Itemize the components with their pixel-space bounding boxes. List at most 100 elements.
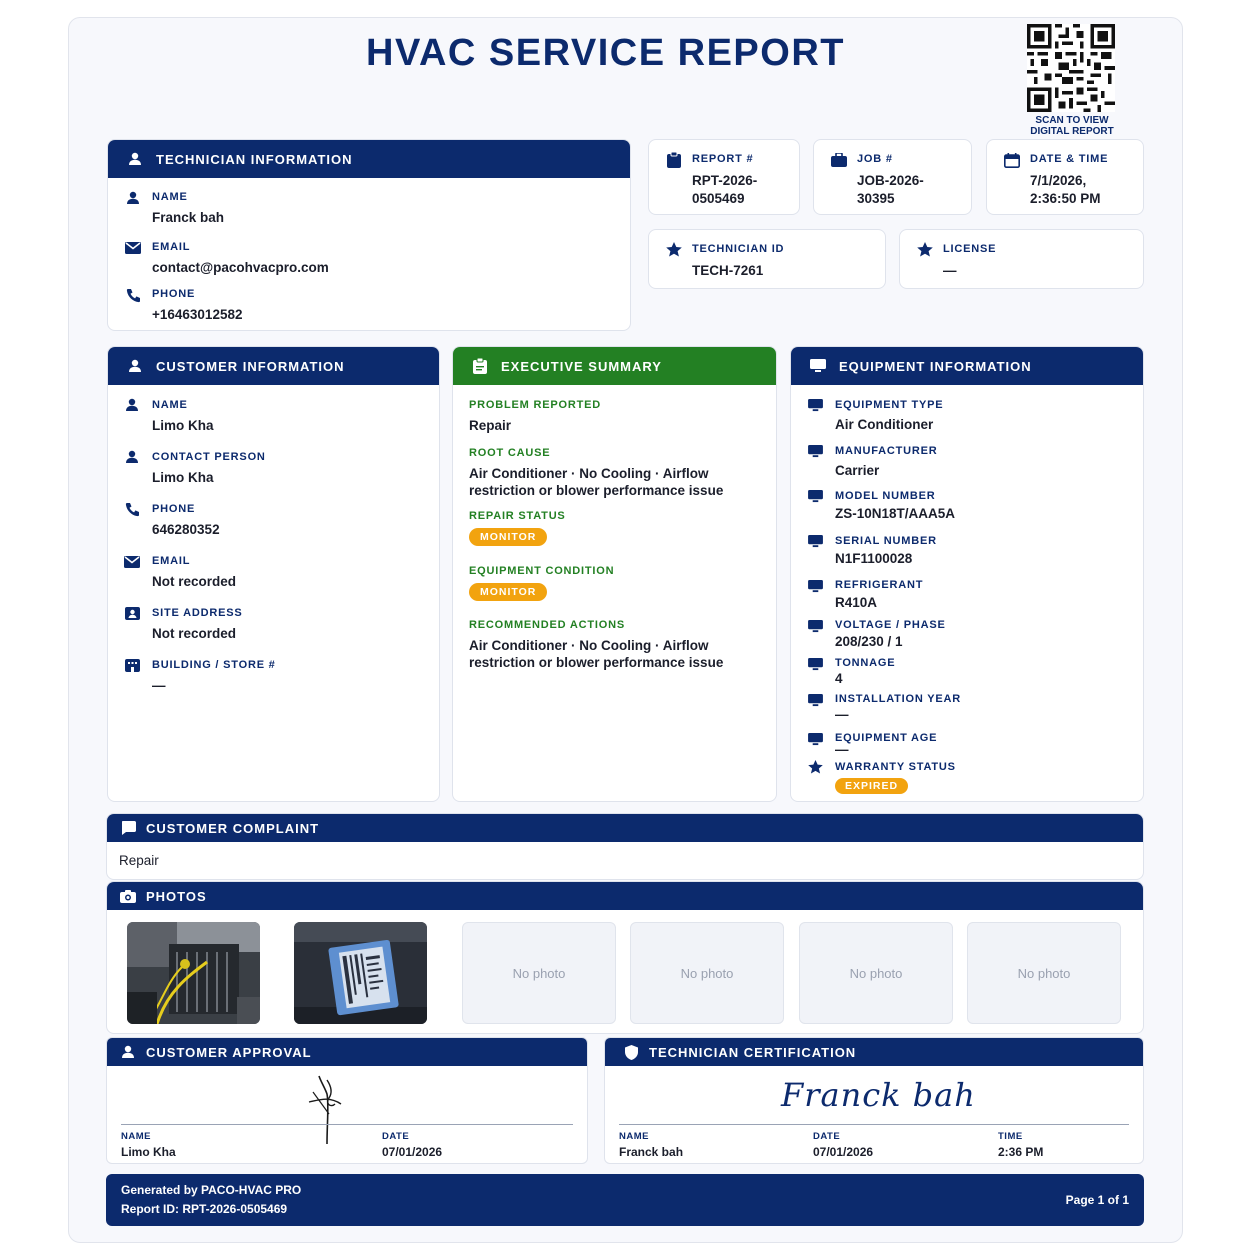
technician-header-label: TECHNICIAN INFORMATION xyxy=(156,151,353,167)
certification-header-label: TECHNICIAN CERTIFICATION xyxy=(649,1044,857,1060)
approval-name-field: NAME Limo Kha xyxy=(121,1131,176,1159)
customer-contact-value: Limo Kha xyxy=(152,470,214,485)
tonnage-value: 4 xyxy=(835,671,843,686)
equipment-type-field: EQUIPMENT TYPE Air Conditioner xyxy=(835,399,943,433)
refrigerant-label: REFRIGERANT xyxy=(835,579,924,591)
photos-section: PHOTOS No photo No photo No photo No pho… xyxy=(106,881,1144,1034)
installation-year-field: INSTALLATION YEAR — xyxy=(835,693,961,723)
customer-building-value: — xyxy=(152,678,166,693)
job-number-label: JOB # xyxy=(857,153,893,165)
manufacturer-value: Carrier xyxy=(835,463,880,478)
repair-status-label: REPAIR STATUS xyxy=(469,510,566,522)
recommended-actions-label: RECOMMENDED ACTIONS xyxy=(469,619,625,631)
customer-phone-value[interactable]: 646280352 xyxy=(152,521,220,538)
certification-name-value: Franck bah xyxy=(619,1145,684,1159)
customer-contact-label: CONTACT PERSON xyxy=(152,451,266,463)
signature-line xyxy=(619,1124,1129,1125)
serial-number-value: N1F1100028 xyxy=(835,551,913,566)
recommended-actions-field: RECOMMENDED ACTIONS Air Conditioner · No… xyxy=(469,619,723,671)
root-cause-value: Air Conditioner · No Cooling · Airflow re… xyxy=(469,466,724,498)
qr-code[interactable] xyxy=(1022,24,1120,112)
report-number-label: REPORT # xyxy=(692,153,754,165)
monitor-icon xyxy=(806,533,824,549)
license-value: — xyxy=(943,263,957,278)
customer-site-value: Not recorded xyxy=(152,626,237,641)
monitor-icon xyxy=(806,618,824,634)
camera-icon xyxy=(119,888,137,904)
star-icon xyxy=(916,241,934,257)
technician-id-card: TECHNICIAN ID TECH-7261 xyxy=(648,229,886,289)
photo-placeholder: No photo xyxy=(630,922,784,1024)
model-number-field: MODEL NUMBER ZS-10N18T/AAA5A xyxy=(835,490,955,522)
technician-id-value: TECH-7261 xyxy=(692,263,764,278)
user-icon xyxy=(123,397,141,413)
star-icon xyxy=(665,241,683,257)
equipment-age-value: — xyxy=(835,742,849,757)
shield-icon xyxy=(622,1044,640,1060)
approval-header-label: CUSTOMER APPROVAL xyxy=(146,1044,312,1060)
clipboard-icon xyxy=(665,152,683,168)
monitor-icon xyxy=(806,488,824,504)
footer-generated: Generated by PACO-HVAC PRO xyxy=(121,1183,302,1197)
warranty-field: WARRANTY STATUS EXPIRED xyxy=(835,761,956,794)
root-cause-label: ROOT CAUSE xyxy=(469,447,551,459)
approval-header: CUSTOMER APPROVAL xyxy=(107,1038,587,1066)
approval-date-field: DATE 07/01/2026 xyxy=(382,1131,442,1159)
star-icon xyxy=(806,759,824,775)
customer-building-field: BUILDING / STORE # — xyxy=(152,659,276,694)
voltage-value: 208/230 / 1 xyxy=(835,634,903,649)
phone-icon xyxy=(123,501,141,517)
repair-status-field: REPAIR STATUS MONITOR xyxy=(469,510,566,546)
user-icon xyxy=(126,151,144,167)
certification-card: TECHNICIAN CERTIFICATION Franck bah NAME… xyxy=(604,1037,1144,1164)
warranty-label: WARRANTY STATUS xyxy=(835,761,956,773)
photo-thumbnail-nameplate[interactable] xyxy=(294,922,427,1024)
datetime-value: 7/1/2026, 2:36:50 PM xyxy=(1030,173,1101,206)
complaint-text: Repair xyxy=(119,853,159,868)
repair-status-badge: MONITOR xyxy=(469,528,548,546)
photo-thumbnail-ac-unit[interactable] xyxy=(127,922,260,1024)
briefcase-icon xyxy=(830,152,848,168)
equipment-type-value: Air Conditioner xyxy=(835,417,934,432)
user-icon xyxy=(119,1044,137,1060)
technician-email-field: EMAIL contact@pacohvacpro.com xyxy=(152,241,329,276)
technician-phone-field: PHONE +16463012582 xyxy=(152,288,242,323)
summary-header-label: EXECUTIVE SUMMARY xyxy=(501,358,662,374)
equipment-header: EQUIPMENT INFORMATION xyxy=(791,347,1143,385)
customer-building-label: BUILDING / STORE # xyxy=(152,659,276,671)
monitor-icon xyxy=(806,578,824,594)
license-label: LICENSE xyxy=(943,243,997,255)
tonnage-field: TONNAGE 4 xyxy=(835,657,895,687)
job-number-card: JOB # JOB-2026- 30395 xyxy=(813,139,972,215)
equipment-type-label: EQUIPMENT TYPE xyxy=(835,399,944,411)
approval-name-value: Limo Kha xyxy=(121,1145,176,1159)
technician-id-label: TECHNICIAN ID xyxy=(692,243,785,255)
certification-date-field: DATE 07/01/2026 xyxy=(813,1131,873,1159)
customer-site-label: SITE ADDRESS xyxy=(152,607,243,619)
technician-name-field: NAME Franck bah xyxy=(152,191,224,226)
root-cause-field: ROOT CAUSE Air Conditioner · No Cooling … xyxy=(469,447,723,499)
user-icon xyxy=(123,449,141,465)
clipboard-icon xyxy=(471,358,489,374)
report-footer: Generated by PACO-HVAC PRO Report ID: RP… xyxy=(106,1174,1144,1226)
license-card: LICENSE — xyxy=(899,229,1144,289)
problem-value: Repair xyxy=(469,418,512,433)
certification-time-value: 2:36 PM xyxy=(998,1145,1044,1159)
certification-date-label: DATE xyxy=(813,1131,841,1142)
equipment-age-field: EQUIPMENT AGE — xyxy=(835,732,937,756)
technician-signature: Franck bah xyxy=(781,1076,976,1114)
customer-contact-field: CONTACT PERSON Limo Kha xyxy=(152,451,266,486)
location-book-icon xyxy=(123,605,141,621)
customer-email-field: EMAIL Not recorded xyxy=(152,555,236,590)
problem-label: PROBLEM REPORTED xyxy=(469,399,601,411)
technician-phone-value[interactable]: +16463012582 xyxy=(152,306,242,323)
monitor-icon xyxy=(806,692,824,708)
technician-email-value[interactable]: contact@pacohvacpro.com xyxy=(152,259,329,276)
technician-card: TECHNICIAN INFORMATION NAME Franck bah E… xyxy=(107,139,631,331)
approval-date-label: DATE xyxy=(382,1131,410,1142)
technician-name-label: NAME xyxy=(152,191,188,203)
customer-signature-drawing xyxy=(308,1075,342,1145)
monitor-icon xyxy=(806,443,824,459)
recommended-actions-value: Air Conditioner · No Cooling · Airflow re… xyxy=(469,638,724,670)
user-icon xyxy=(126,358,144,374)
